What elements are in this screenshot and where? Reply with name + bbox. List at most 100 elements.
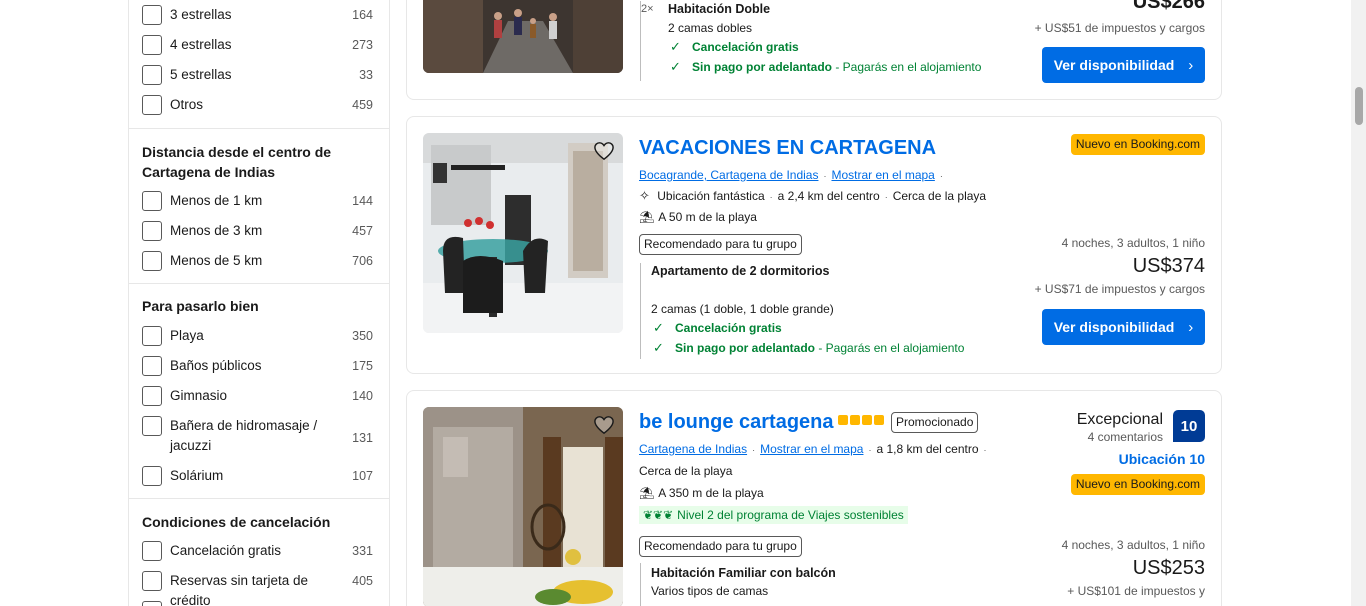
- rating-word: Excepcional: [1076, 411, 1163, 428]
- show-on-map-link[interactable]: Mostrar en el mapa: [831, 168, 934, 182]
- property-photo[interactable]: [423, 407, 623, 606]
- checkbox[interactable]: [142, 356, 162, 376]
- property-title[interactable]: be lounge cartagena: [639, 411, 834, 434]
- location-link[interactable]: Cartagena de Indias: [639, 442, 747, 456]
- beach-distance-text: A 50 m de la playa: [658, 210, 757, 224]
- beach-icon: ⛱: [639, 486, 655, 500]
- filter-label: Bañera de hidromasaje / jacuzzi: [170, 418, 318, 453]
- distance-text: a 2,4 km del centro: [777, 189, 880, 203]
- property-card: 2× Habitación Doble 2 camas dobles ✓ Canc…: [406, 0, 1222, 100]
- heart-icon[interactable]: [593, 415, 615, 435]
- checkbox[interactable]: [142, 35, 162, 55]
- room-type: Apartamento de 2 dormitorios: [651, 264, 830, 278]
- filter-label: Playa: [170, 328, 204, 343]
- filter-count: 273: [352, 38, 373, 52]
- room-type: Habitación Familiar con balcón: [651, 566, 836, 580]
- room-quantity: 2×: [641, 3, 654, 15]
- price: US$374: [1132, 255, 1205, 277]
- scrollbar-thumb[interactable]: [1355, 87, 1363, 125]
- taxes-note: + US$71 de impuestos y cargos: [1034, 282, 1205, 296]
- filter-star-4[interactable]: 4 estrellas 273: [142, 35, 376, 65]
- filter-star-3[interactable]: 3 estrellas 164: [142, 5, 376, 35]
- price: US$266: [1132, 0, 1205, 13]
- location-score: Ubicación 10: [1118, 451, 1205, 467]
- filter-group-title: Condiciones de cancelación: [142, 514, 331, 530]
- filter-jacuzzi[interactable]: Bañera de hidromasaje / jacuzzi 131: [142, 416, 376, 466]
- filter-star-other[interactable]: Otros 459: [142, 95, 376, 125]
- free-cancel: ✓ Cancelación gratis: [670, 39, 799, 55]
- promoted-tag: Promocionado: [891, 412, 979, 433]
- review-count[interactable]: 4 comentarios: [1088, 430, 1163, 444]
- checkbox[interactable]: [142, 571, 162, 591]
- bedroom-photo-image: [423, 407, 623, 606]
- filter-solarium[interactable]: Solárium 107: [142, 466, 376, 496]
- filter-no-card[interactable]: Reservas sin tarjeta de crédito 405: [142, 571, 376, 606]
- filter-label: 4 estrellas: [170, 37, 232, 52]
- button-label: Ver disponibilidad: [1053, 57, 1175, 73]
- filter-star-5[interactable]: 5 estrellas 33: [142, 65, 376, 95]
- filter-distance-5[interactable]: Menos de 5 km 706: [142, 251, 376, 281]
- checkbox[interactable]: [142, 601, 162, 606]
- filter-count: 405: [352, 574, 373, 588]
- filter-count: 33: [359, 68, 373, 82]
- show-on-map-link[interactable]: Mostrar en el mapa: [760, 442, 863, 456]
- checkbox[interactable]: [142, 65, 162, 85]
- filter-label: Baños públicos: [170, 358, 262, 373]
- no-prepayment: ✓ Sin pago por adelantado - Pagarás en el…: [653, 340, 964, 356]
- filter-count: 350: [352, 329, 373, 343]
- star-icon: [874, 415, 884, 425]
- filter-label: Cancelación gratis: [170, 543, 282, 558]
- filter-more[interactable]: [142, 601, 376, 606]
- filter-group-stars: 3 estrellas 164 4 estrellas 273 5 estrella…: [129, 0, 389, 129]
- button-label: Ver disponibilidad: [1053, 319, 1175, 335]
- see-availability-button[interactable]: Ver disponibilidad ›: [1042, 47, 1205, 83]
- property-title[interactable]: VACACIONES EN CARTAGENA: [639, 137, 936, 160]
- price: US$253: [1132, 557, 1205, 579]
- filter-distance-3[interactable]: Menos de 3 km 457: [142, 221, 376, 251]
- filter-distance-1[interactable]: Menos de 1 km 144: [142, 191, 376, 221]
- property-photo[interactable]: [423, 0, 623, 73]
- filter-count: 457: [352, 224, 373, 238]
- filter-baths[interactable]: Baños públicos 175: [142, 356, 376, 386]
- filter-group-cancel: Condiciones de cancelación Cancelación g…: [129, 499, 389, 606]
- checkbox[interactable]: [142, 386, 162, 406]
- chevron-right-icon: ›: [1188, 318, 1194, 336]
- near-beach-text: Cerca de la playa: [892, 189, 987, 203]
- checkbox[interactable]: [142, 191, 162, 211]
- bed-info: 2 camas dobles: [668, 21, 753, 35]
- recommended-tag: Recomendado para tu grupo: [639, 536, 802, 557]
- property-photo[interactable]: [423, 133, 623, 333]
- checkbox[interactable]: [142, 326, 162, 346]
- property-card: VACACIONES EN CARTAGENA Nuevo en Booking…: [406, 116, 1222, 374]
- filter-gym[interactable]: Gimnasio 140: [142, 386, 376, 416]
- beach-icon: ⛱: [639, 210, 655, 224]
- divider: [640, 563, 641, 606]
- checkbox[interactable]: [142, 251, 162, 271]
- filter-label: 3 estrellas: [170, 7, 232, 22]
- heart-icon[interactable]: [593, 141, 615, 161]
- checkbox[interactable]: [142, 541, 162, 561]
- checkbox[interactable]: [142, 416, 162, 436]
- filter-label: Otros: [170, 97, 204, 112]
- taxes-note: + US$51 de impuestos y cargos: [1034, 21, 1205, 35]
- checkbox[interactable]: [142, 95, 162, 115]
- chevron-right-icon: ›: [1188, 56, 1194, 74]
- filter-free-cancel[interactable]: Cancelación gratis 331: [142, 541, 376, 571]
- star-icon: [862, 415, 872, 425]
- near-beach-text: Cerca de la playa: [639, 464, 733, 478]
- checkbox[interactable]: [142, 221, 162, 241]
- filter-count: 459: [352, 98, 373, 112]
- free-cancel-text: Cancelación gratis: [675, 321, 782, 335]
- checkbox[interactable]: [142, 466, 162, 486]
- review-score-badge[interactable]: 10: [1173, 410, 1205, 442]
- room-type: Habitación Doble: [668, 2, 771, 16]
- location-link[interactable]: Bocagrande, Cartagena de Indias: [639, 168, 818, 182]
- see-availability-button[interactable]: Ver disponibilidad ›: [1042, 309, 1205, 345]
- filter-group-title: Para pasarlo bien: [142, 298, 259, 314]
- filter-count: 140: [352, 389, 373, 403]
- filter-count: 131: [352, 431, 373, 445]
- filter-beach[interactable]: Playa 350: [142, 326, 376, 356]
- filter-count: 706: [352, 254, 373, 268]
- scrollbar[interactable]: [1351, 0, 1366, 606]
- checkbox[interactable]: [142, 5, 162, 25]
